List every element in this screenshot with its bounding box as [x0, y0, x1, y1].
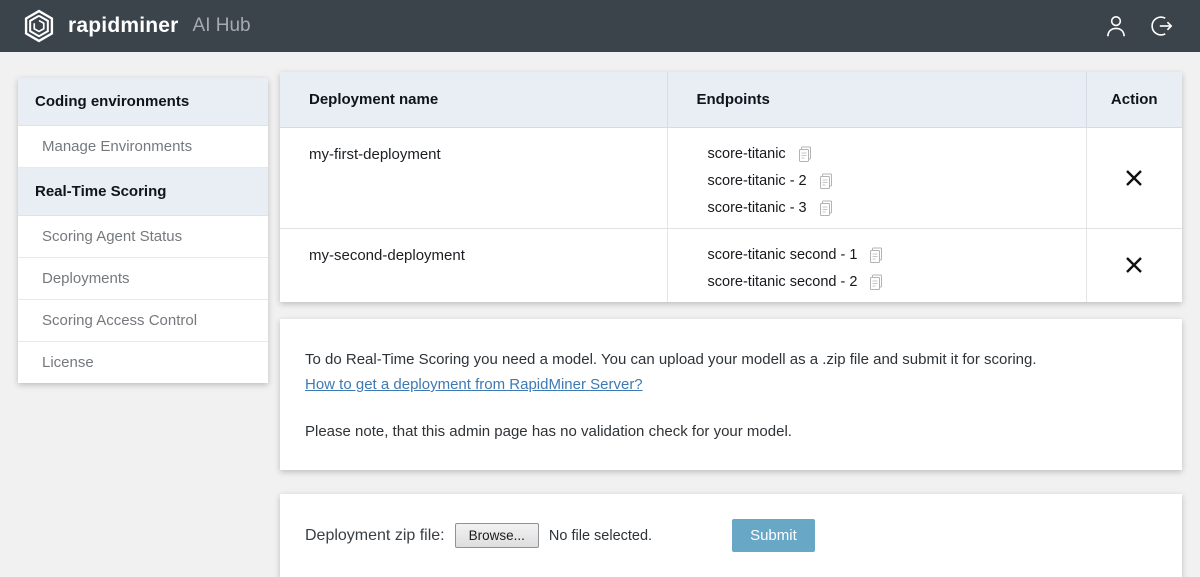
brand-name: rapidminer [68, 14, 179, 38]
top-navbar: rapidminer AI Hub [0, 0, 1200, 52]
endpoint-name: score-titanic [708, 141, 786, 168]
deployment-docs-link[interactable]: How to get a deployment from RapidMiner … [305, 372, 643, 397]
copy-endpoint-icon[interactable] [819, 173, 833, 190]
column-header-action: Action [1086, 72, 1182, 128]
copy-endpoint-icon[interactable] [869, 247, 883, 264]
sidebar-section-real-time-scoring: Real-Time Scoring [18, 168, 268, 216]
copy-endpoint-icon[interactable] [869, 274, 883, 291]
brand-product-name: AI Hub [193, 15, 251, 37]
deployments-table: Deployment name Endpoints Action my-firs… [280, 72, 1182, 302]
upload-deployment-card: Deployment zip file: Browse... No file s… [280, 494, 1182, 577]
deployment-name: my-second-deployment [309, 242, 657, 269]
copy-endpoint-icon[interactable] [798, 146, 812, 163]
x-delete-icon [1122, 253, 1146, 277]
endpoint-name: score-titanic - 3 [708, 195, 807, 222]
table-row: my-first-deployment score-titanic [280, 128, 1182, 229]
sidebar-item-scoring-access-control[interactable]: Scoring Access Control [18, 300, 268, 342]
endpoint-name: score-titanic - 2 [708, 168, 807, 195]
endpoint-row: score-titanic [708, 141, 1076, 168]
sidebar-item-manage-environments[interactable]: Manage Environments [18, 126, 268, 168]
table-row: my-second-deployment score-titanic secon… [280, 229, 1182, 303]
user-account-icon[interactable] [1103, 13, 1129, 39]
logout-icon[interactable] [1149, 13, 1175, 39]
rapidminer-logo-icon [22, 9, 56, 43]
info-text-line: To do Real-Time Scoring you need a model… [305, 347, 1157, 372]
endpoint-row: score-titanic second - 1 [708, 242, 1076, 269]
sidebar-section-coding-environments: Coding environments [18, 78, 268, 126]
navbar-brand[interactable]: rapidminer AI Hub [22, 9, 251, 43]
deployment-name: my-first-deployment [309, 141, 657, 168]
deployments-table-card: Deployment name Endpoints Action my-firs… [280, 72, 1182, 302]
endpoint-name: score-titanic second - 1 [708, 242, 858, 269]
sidebar-item-license[interactable]: License [18, 342, 268, 383]
x-delete-icon [1122, 166, 1146, 190]
copy-endpoint-icon[interactable] [819, 200, 833, 217]
browse-file-button[interactable]: Browse... [455, 523, 539, 548]
endpoint-row: score-titanic - 2 [708, 168, 1076, 195]
endpoint-row: score-titanic second - 2 [708, 269, 1076, 296]
submit-button[interactable]: Submit [732, 519, 815, 552]
column-header-deployment-name: Deployment name [280, 72, 667, 128]
file-status-text: No file selected. [549, 528, 652, 544]
endpoint-row: score-titanic - 3 [708, 195, 1076, 222]
info-note-line: Please note, that this admin page has no… [305, 419, 1157, 444]
delete-deployment-button[interactable] [1116, 162, 1152, 194]
sidebar-nav: Coding environments Manage Environments … [18, 78, 268, 383]
column-header-endpoints: Endpoints [667, 72, 1086, 128]
file-input-label: Deployment zip file: [305, 527, 445, 545]
sidebar-item-scoring-agent-status[interactable]: Scoring Agent Status [18, 216, 268, 258]
delete-deployment-button[interactable] [1116, 249, 1152, 281]
endpoint-name: score-titanic second - 2 [708, 269, 858, 296]
sidebar-item-deployments[interactable]: Deployments [18, 258, 268, 300]
scoring-info-card: To do Real-Time Scoring you need a model… [280, 319, 1182, 470]
table-header-row: Deployment name Endpoints Action [280, 72, 1182, 128]
